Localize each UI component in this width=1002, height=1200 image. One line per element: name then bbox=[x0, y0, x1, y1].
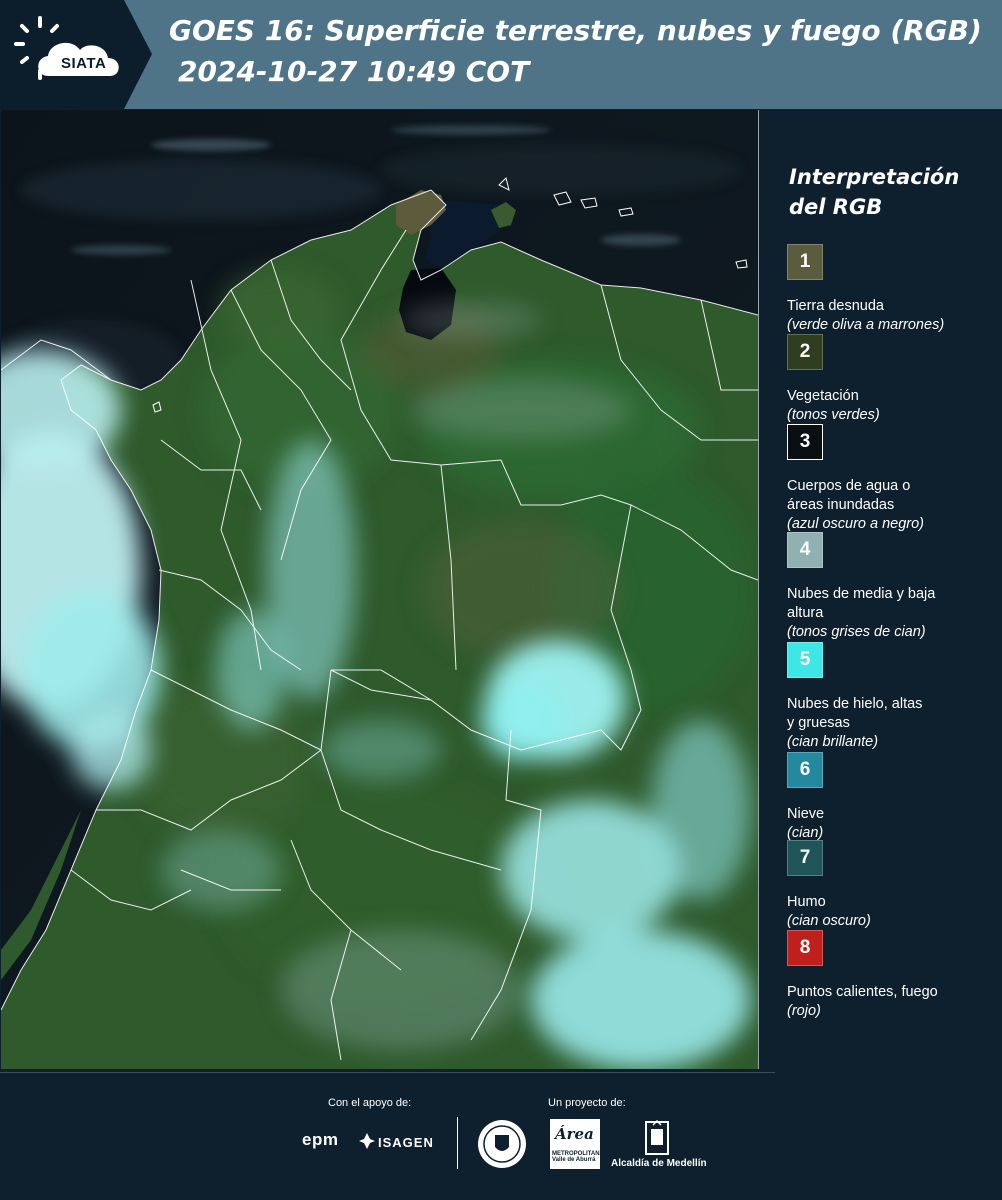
legend-sublabel: (rojo) bbox=[787, 1003, 821, 1019]
legend-sublabel: (verde oliva a marrones) bbox=[787, 317, 945, 333]
legend-swatch: 8 bbox=[787, 930, 823, 966]
legend-label: Nubes de hielo, altas y gruesas bbox=[787, 696, 923, 731]
siata-logo: SIATA bbox=[14, 14, 126, 94]
legend-swatch: 7 bbox=[787, 840, 823, 876]
legend: Interpretación del RGB 1 Tierra desnuda … bbox=[759, 110, 1002, 1072]
legend-item-bare-soil: 1 Tierra desnuda (verde oliva a marrones… bbox=[787, 244, 997, 335]
satellite-image bbox=[1, 110, 758, 1069]
area-logo-sub: METROPOLITANA Valle de Aburrá bbox=[552, 1151, 604, 1163]
legend-sublabel: (tonos verdes) bbox=[787, 407, 880, 423]
legend-swatch: 6 bbox=[787, 752, 823, 788]
legend-item-smoke: 7 Humo (cian oscuro) bbox=[787, 840, 997, 931]
satellite-map[interactable] bbox=[1, 110, 759, 1069]
legend-number: 5 bbox=[799, 649, 811, 670]
epm-logo[interactable]: epm bbox=[302, 1130, 338, 1150]
legend-item-water: 3 Cuerpos de agua o áreas inundadas (azu… bbox=[787, 424, 997, 534]
legend-label: Cuerpos de agua o áreas inundadas bbox=[787, 478, 911, 513]
logo-text: SIATA bbox=[61, 55, 107, 72]
legend-sublabel: (tonos grises de cian) bbox=[787, 624, 926, 640]
legend-item-fire: 8 Puntos calientes, fuego (rojo) bbox=[787, 930, 997, 1021]
university-seal-icon[interactable] bbox=[477, 1119, 527, 1169]
area-metropolitana-logo[interactable]: Área METROPOLITANA Valle de Aburrá bbox=[550, 1119, 604, 1169]
page-title: GOES 16: Superficie terrestre, nubes y f… bbox=[169, 14, 982, 47]
legend-number: 1 bbox=[799, 251, 811, 272]
legend-label: Tierra desnuda bbox=[787, 298, 884, 314]
sun-cloud-icon bbox=[14, 16, 119, 80]
legend-label: Puntos calientes, fuego bbox=[787, 984, 938, 1000]
support-label: Con el apoyo de: bbox=[328, 1097, 412, 1109]
legend-sublabel: (cian brillante) bbox=[787, 734, 879, 750]
legend-swatch: 1 bbox=[787, 244, 823, 280]
legend-item-vegetation: 2 Vegetación (tonos verdes) bbox=[787, 334, 997, 425]
legend-item-snow: 6 Nieve (cian) bbox=[787, 752, 997, 843]
legend-sublabel: (cian oscuro) bbox=[787, 913, 871, 929]
legend-number: 6 bbox=[799, 759, 811, 780]
coat-of-arms-icon bbox=[645, 1120, 669, 1155]
legend-number: 8 bbox=[799, 937, 811, 958]
legend-swatch: 3 bbox=[787, 424, 823, 460]
legend-swatch: 4 bbox=[787, 532, 823, 568]
legend-swatch: 5 bbox=[787, 642, 823, 678]
legend-label: Vegetación bbox=[787, 388, 859, 404]
legend-label: Nubes de media y baja altura bbox=[787, 586, 936, 621]
isagen-logo[interactable]: ISAGEN bbox=[378, 1135, 434, 1150]
project-label: Un proyecto de: bbox=[548, 1097, 626, 1109]
legend-label: Humo bbox=[787, 894, 826, 910]
legend-label: Nieve bbox=[787, 806, 825, 822]
legend-title: Interpretación del RGB bbox=[789, 165, 960, 219]
legend-number: 7 bbox=[799, 847, 811, 868]
legend-number: 2 bbox=[799, 341, 811, 362]
alcaldia-logo[interactable]: Alcaldía de Medellín bbox=[611, 1158, 707, 1169]
legend-item-low-clouds: 4 Nubes de media y baja altura (tonos gr… bbox=[787, 532, 997, 642]
legend-number: 3 bbox=[799, 431, 811, 452]
footer-divider bbox=[0, 1072, 775, 1073]
isagen-icon bbox=[359, 1133, 375, 1149]
legend-swatch: 2 bbox=[787, 334, 823, 370]
legend-item-ice-clouds: 5 Nubes de hielo, altas y gruesas (cian … bbox=[787, 642, 997, 752]
timestamp: 2024-10-27 10:49 COT bbox=[178, 55, 530, 88]
area-logo-name: Área bbox=[555, 1125, 594, 1143]
legend-number: 4 bbox=[799, 539, 811, 560]
logo-divider bbox=[457, 1117, 458, 1169]
footer: Con el apoyo de: Un proyecto de: epm ISA… bbox=[0, 1072, 1002, 1200]
header: SIATA GOES 16: Superficie terrestre, nub… bbox=[0, 0, 1002, 109]
